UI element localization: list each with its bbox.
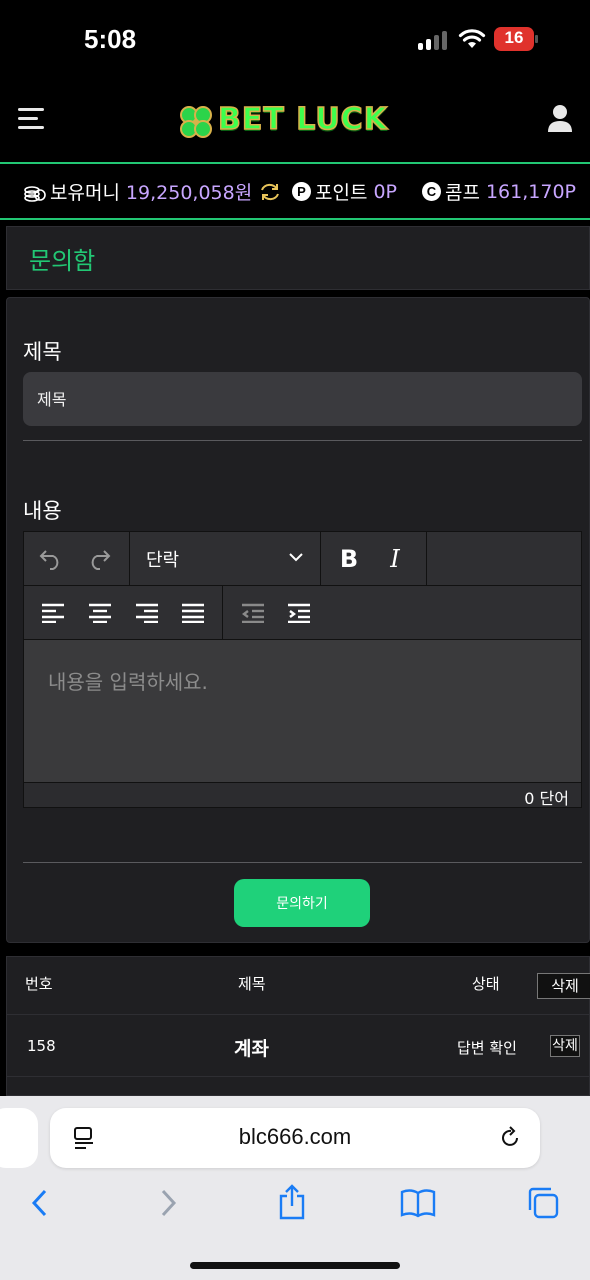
outdent-icon[interactable] bbox=[240, 601, 266, 625]
comp-balance: C 콤프 161,170P bbox=[422, 178, 576, 205]
editor-content-area[interactable]: 내용을 입력하세요. bbox=[24, 640, 581, 782]
bold-button[interactable]: B bbox=[334, 544, 364, 574]
content-label: 내용 bbox=[23, 499, 62, 523]
hamburger-menu-icon[interactable] bbox=[18, 106, 44, 130]
editor-status-bar: 0 단어 bbox=[24, 782, 581, 808]
inquiry-list: 번호 제목 상태 삭제 158 계좌 답변 확인 삭제 bbox=[6, 956, 590, 1096]
home-indicator bbox=[190, 1262, 400, 1269]
column-header-status: 상태 bbox=[472, 975, 500, 993]
inquiry-form: 제목 내용 단락 B I bbox=[6, 297, 590, 943]
indent-icon[interactable] bbox=[286, 601, 312, 625]
comp-value: 161,170P bbox=[485, 180, 576, 203]
italic-button[interactable]: I bbox=[380, 544, 410, 574]
editor-toolbar-row-2 bbox=[24, 586, 581, 640]
subject-label: 제목 bbox=[23, 340, 62, 364]
redo-icon[interactable] bbox=[84, 544, 114, 574]
cellular-signal-icon bbox=[418, 30, 450, 50]
rich-text-editor: 단락 B I 내용을 입력하세요. 0 단어 bbox=[23, 531, 582, 808]
clover-icon bbox=[180, 106, 212, 138]
align-justify-icon[interactable] bbox=[180, 601, 206, 625]
page-title-bar: 문의함 bbox=[6, 226, 590, 290]
status-bar: 5:08 16 bbox=[0, 0, 590, 80]
divider bbox=[23, 862, 582, 863]
money-balance: 보유머니 19,250,058원 bbox=[24, 178, 282, 205]
reload-icon[interactable] bbox=[498, 1126, 522, 1150]
editor-toolbar-row-1: 단락 B I bbox=[24, 532, 581, 586]
align-right-icon[interactable] bbox=[134, 601, 160, 625]
refresh-icon[interactable] bbox=[258, 181, 282, 203]
column-header-title: 제목 bbox=[238, 975, 266, 993]
block-format-select[interactable]: 단락 bbox=[130, 532, 320, 585]
comp-badge-icon: C bbox=[422, 182, 441, 201]
app-header: BET LUCK bbox=[0, 80, 590, 164]
delete-all-button[interactable]: 삭제 bbox=[537, 973, 590, 999]
tabs-icon[interactable] bbox=[526, 1186, 560, 1220]
battery-level: 16 bbox=[504, 28, 524, 47]
betluck-logo[interactable]: BET LUCK bbox=[176, 101, 416, 142]
table-header: 번호 제목 상태 삭제 bbox=[7, 957, 590, 1015]
align-left-icon[interactable] bbox=[40, 601, 66, 625]
point-badge-icon: P bbox=[292, 182, 311, 201]
forward-icon[interactable] bbox=[158, 1188, 178, 1218]
money-label: 보유머니 bbox=[50, 182, 120, 204]
point-label: 포인트 bbox=[315, 182, 368, 204]
table-row[interactable]: 158 계좌 답변 확인 삭제 bbox=[7, 1015, 589, 1077]
row-title[interactable]: 계좌 bbox=[234, 1034, 269, 1061]
battery-icon: 16 bbox=[494, 27, 538, 51]
point-balance: P 포인트 0P bbox=[292, 178, 397, 205]
undo-icon[interactable] bbox=[36, 544, 66, 574]
comp-label: 콤프 bbox=[445, 182, 480, 204]
user-icon[interactable] bbox=[546, 104, 574, 134]
row-status: 답변 확인 bbox=[457, 1039, 517, 1057]
share-icon[interactable] bbox=[277, 1184, 307, 1220]
chevron-down-icon bbox=[289, 553, 303, 562]
point-value: 0P bbox=[373, 180, 397, 203]
row-number: 158 bbox=[27, 1037, 56, 1055]
address-bar[interactable]: blc666.com bbox=[50, 1108, 540, 1168]
column-header-number: 번호 bbox=[25, 975, 53, 993]
divider bbox=[23, 440, 582, 441]
coins-icon bbox=[24, 185, 46, 202]
wifi-icon bbox=[458, 28, 486, 50]
browser-toolbar: blc666.com bbox=[0, 1096, 590, 1280]
page-title: 문의함 bbox=[29, 247, 96, 275]
balance-bar: 보유머니 19,250,058원 P 포인트 0P C 콤프 161,170P bbox=[0, 164, 590, 220]
align-center-icon[interactable] bbox=[87, 601, 113, 625]
status-time: 5:08 bbox=[84, 24, 137, 54]
editor-placeholder: 내용을 입력하세요. bbox=[48, 670, 208, 694]
money-value: 19,250,058원 bbox=[125, 182, 253, 204]
bookmarks-icon[interactable] bbox=[400, 1188, 436, 1218]
submit-inquiry-button[interactable]: 문의하기 bbox=[234, 879, 370, 927]
word-count: 0 단어 bbox=[524, 789, 569, 808]
url-text[interactable]: blc666.com bbox=[50, 1124, 540, 1150]
back-icon[interactable] bbox=[30, 1188, 50, 1218]
block-format-value: 단락 bbox=[146, 549, 180, 571]
row-delete-button[interactable]: 삭제 bbox=[550, 1035, 580, 1057]
subject-input[interactable] bbox=[23, 372, 582, 426]
logo-text: BET LUCK bbox=[217, 101, 388, 138]
previous-tab-preview[interactable] bbox=[0, 1108, 38, 1168]
